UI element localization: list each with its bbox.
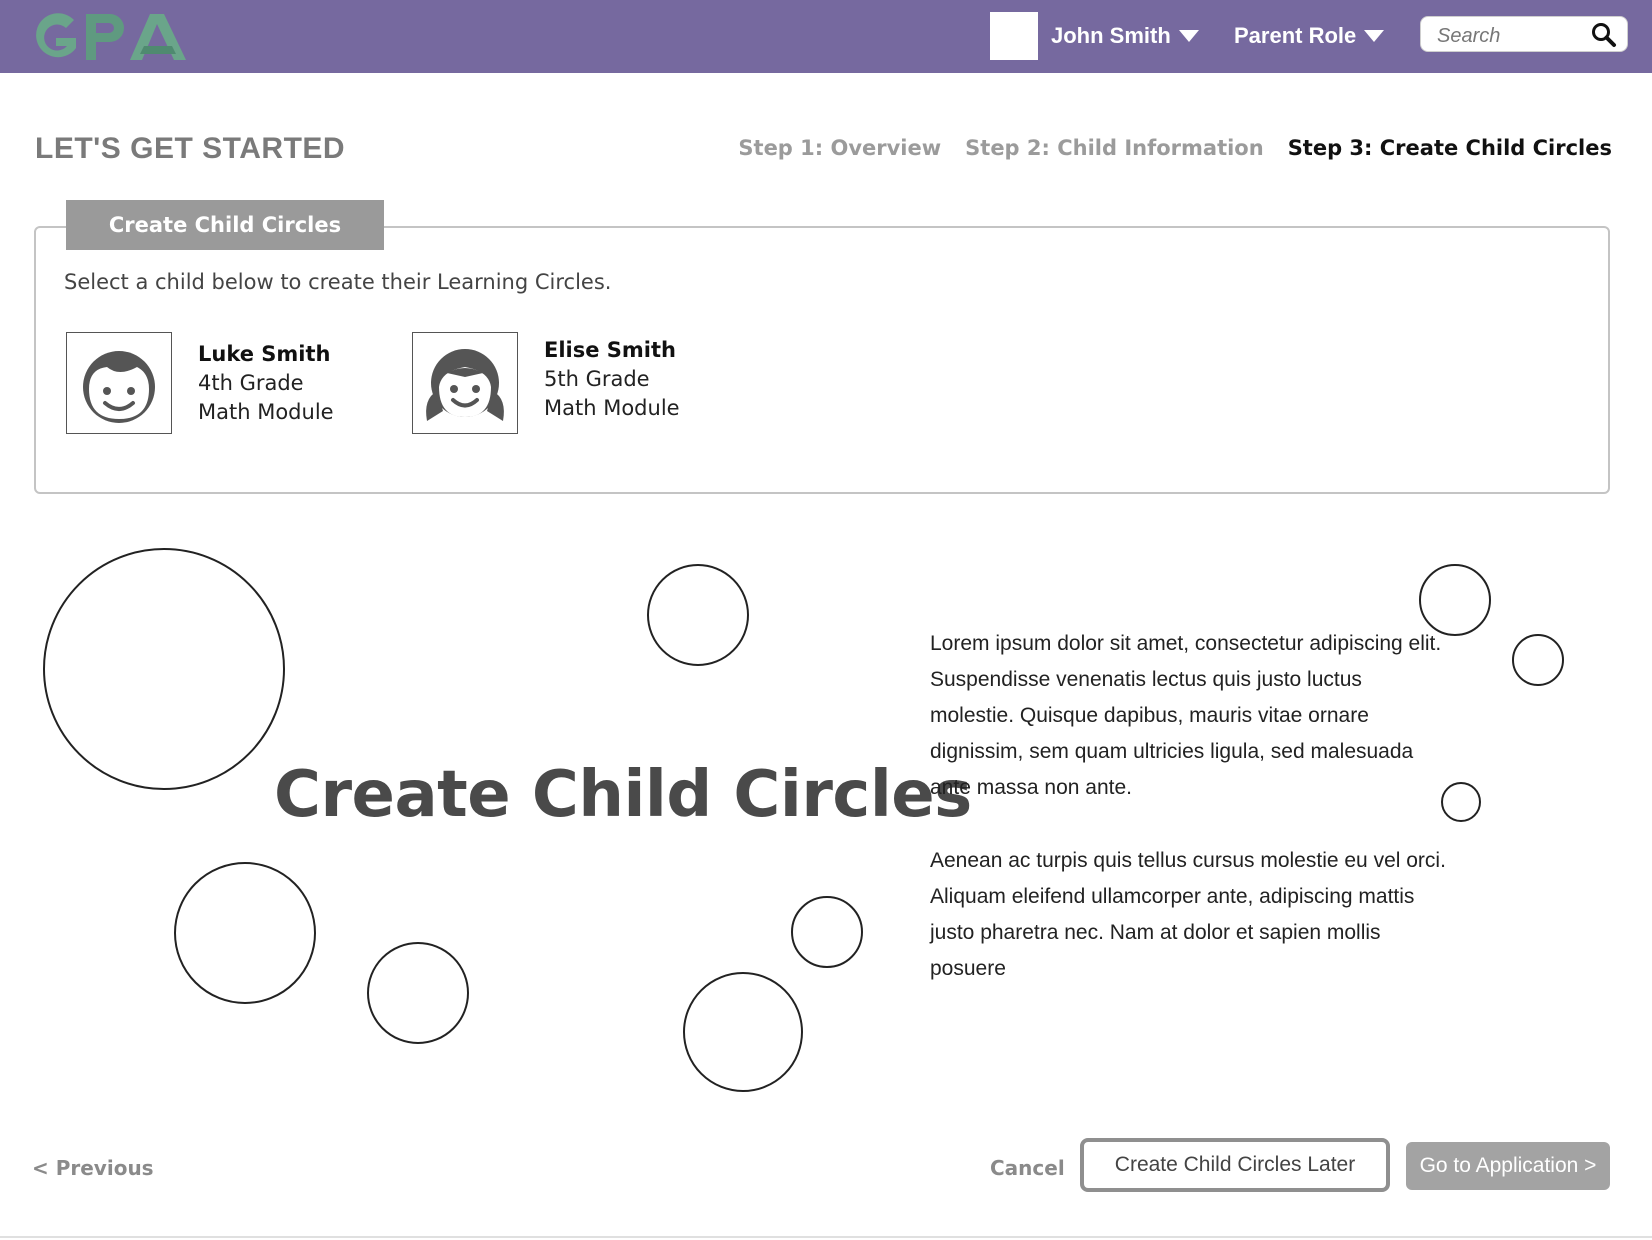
child-info: Luke Smith 4th Grade Math Module [198,332,334,434]
hero-title: Create Child Circles [274,758,972,832]
create-circles-later-button[interactable]: Create Child Circles Later [1080,1138,1390,1192]
gpa-logo[interactable] [26,8,190,66]
child-grade: 4th Grade [198,371,304,395]
decorative-circle [647,564,749,666]
page-title: LET'S GET STARTED [35,132,346,165]
role-label: Parent Role [1234,23,1357,48]
decorative-circle [43,548,285,790]
decorative-circle [791,896,863,968]
search-box [1420,16,1628,52]
panel-tab-label: Create Child Circles [66,200,384,250]
user-avatar[interactable] [990,12,1038,60]
previous-link[interactable]: < Previous [32,1156,154,1180]
child-module: Math Module [544,396,680,420]
search-icon[interactable] [1591,22,1617,48]
step-child-information[interactable]: Step 2: Child Information [965,136,1264,160]
child-avatar [412,332,518,434]
child-avatar [66,332,172,434]
user-menu[interactable]: John Smith [1051,18,1199,54]
child-name: Luke Smith [198,342,331,366]
child-name: Elise Smith [544,338,676,362]
child-info: Elise Smith 5th Grade Math Module [544,332,680,434]
user-name: John Smith [1051,23,1171,48]
boy-face-icon [83,351,155,423]
decorative-circle [174,862,316,1004]
chevron-down-icon [1178,30,1199,42]
child-module: Math Module [198,400,334,424]
panel-instruction: Select a child below to create their Lea… [64,270,612,294]
hero-paragraph: Lorem ipsum dolor sit amet, consectetur … [930,632,1442,799]
role-menu[interactable]: Parent Role [1234,18,1385,54]
child-card-elise[interactable]: Elise Smith 5th Grade Math Module [412,332,680,434]
bottom-divider [0,1236,1652,1238]
search-input[interactable] [1435,21,1589,51]
chevron-down-icon [1364,30,1385,42]
go-to-application-button[interactable]: Go to Application > [1406,1142,1610,1190]
decorative-circle [683,972,803,1092]
step-navigation: Step 1: Overview Step 2: Child Informati… [738,136,1612,160]
hero-paragraph: Aenean ac turpis quis tellus cursus mole… [930,849,1446,980]
top-navigation-bar: John Smith Parent Role [0,0,1652,73]
decorative-circle [367,942,469,1044]
step-create-child-circles[interactable]: Step 3: Create Child Circles [1288,136,1612,160]
child-card-luke[interactable]: Luke Smith 4th Grade Math Module [66,332,334,434]
step-overview[interactable]: Step 1: Overview [738,136,941,160]
child-grade: 5th Grade [544,367,650,391]
cancel-link[interactable]: Cancel [990,1156,1065,1180]
decorative-circle [1512,634,1564,686]
girl-face-icon [426,349,504,421]
